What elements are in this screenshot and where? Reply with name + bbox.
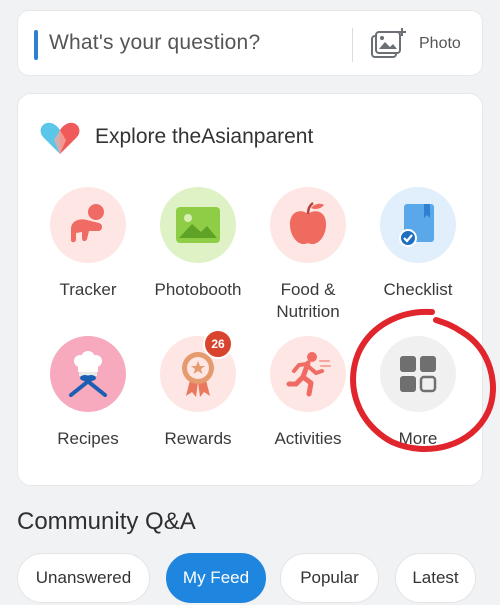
tile-label: Photobooth (154, 280, 242, 299)
tile-recipes[interactable]: Recipes (33, 336, 143, 468)
apple-icon (289, 202, 327, 245)
ask-accent-bar (34, 30, 38, 60)
tile-activities[interactable]: Activities (253, 336, 363, 468)
food-icon-circle (270, 187, 346, 263)
checklist-icon-circle (380, 187, 456, 263)
tile-food-nutrition[interactable]: Food & Nutrition (253, 187, 363, 321)
tile-label: Rewards (164, 429, 232, 448)
rewards-count-badge: 26 (203, 329, 233, 359)
photo-add-icon (371, 28, 406, 58)
photobooth-icon-circle (160, 187, 236, 263)
image-icon (176, 207, 220, 243)
tab-latest[interactable]: Latest (395, 553, 476, 603)
more-icon-circle (380, 336, 456, 412)
tile-label: Tracker (59, 280, 117, 299)
tile-tracker[interactable]: Tracker (33, 187, 143, 319)
question-input[interactable]: What's your question? (49, 31, 260, 55)
recipes-icon-circle (50, 336, 126, 412)
explore-title: Explore theAsianparent (95, 125, 314, 148)
tile-rewards[interactable]: 26 Rewards (143, 329, 253, 468)
photo-button[interactable]: Photo (370, 25, 475, 65)
activities-icon-circle (270, 336, 346, 412)
running-person-icon (286, 352, 331, 397)
chef-hat-utensils-icon (69, 351, 107, 397)
heart-logo-icon (40, 122, 80, 154)
tab-unanswered[interactable]: Unanswered (17, 553, 150, 603)
tile-label: More (398, 429, 438, 448)
ask-question-bar[interactable]: What's your question? Photo (17, 10, 483, 76)
baby-crawling-icon (71, 204, 104, 243)
grid-icon (400, 356, 437, 393)
tile-photobooth[interactable]: Photobooth (143, 187, 253, 319)
tile-more[interactable]: More (363, 336, 473, 468)
tile-label: Recipes (57, 429, 119, 448)
tab-my-feed[interactable]: My Feed (166, 553, 266, 603)
explore-card: Explore theAsianparent Tracker Photoboot… (17, 93, 483, 486)
tile-label: Activities (274, 429, 342, 448)
divider (352, 28, 353, 62)
community-title: Community Q&A (17, 508, 196, 535)
checklist-book-icon (399, 204, 434, 247)
photo-label: Photo (419, 35, 461, 52)
tile-checklist[interactable]: Checklist (363, 187, 473, 319)
tile-label: Checklist (383, 280, 453, 299)
tab-popular[interactable]: Popular (280, 553, 379, 603)
tile-label: Food & Nutrition (276, 280, 340, 321)
tracker-icon-circle (50, 187, 126, 263)
